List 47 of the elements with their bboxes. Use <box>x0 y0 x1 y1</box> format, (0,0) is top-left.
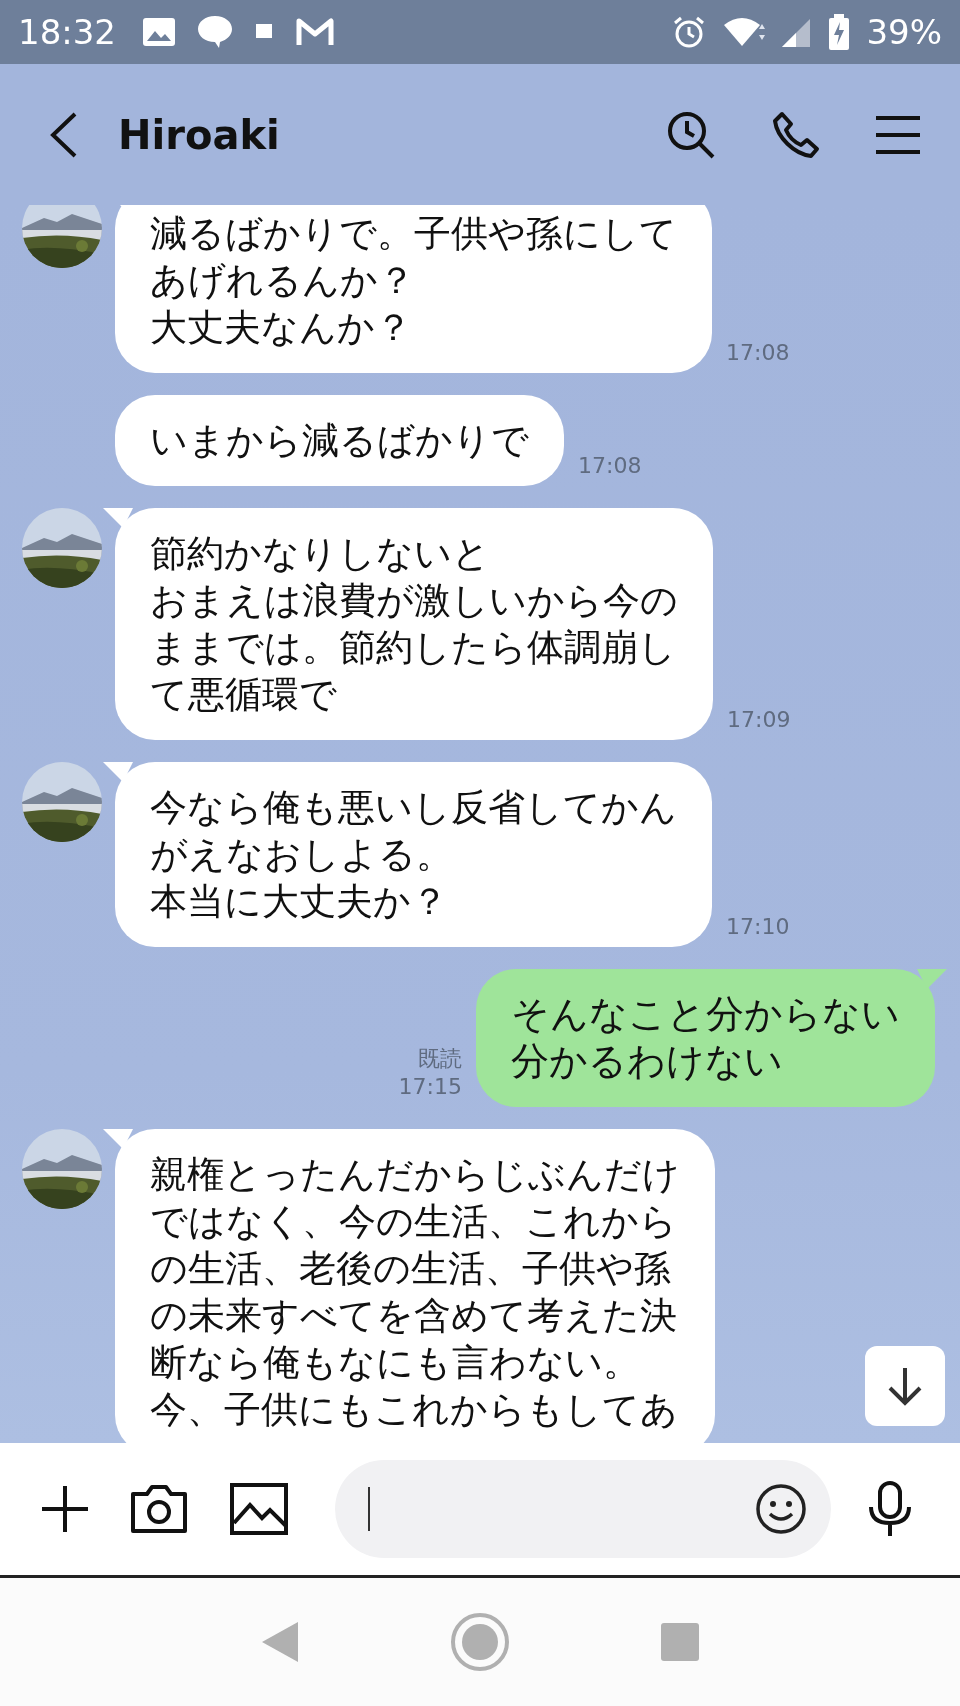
message-line: て悪循環で <box>150 672 338 718</box>
phone-icon[interactable] <box>772 110 820 159</box>
chat-bubble-icon <box>196 14 234 50</box>
message-time: 17:10 <box>726 913 790 941</box>
battery-percent: 39% <box>866 10 942 54</box>
camera-icon[interactable] <box>130 1484 188 1534</box>
message-line: 断なら俺もなにも言わない。 <box>150 1340 641 1386</box>
chat-title: Hiroaki <box>118 110 280 160</box>
message-line: がえなおしよる。 <box>150 832 454 878</box>
mail-icon <box>296 17 334 47</box>
message-time: 17:15 <box>398 1073 462 1101</box>
message-time: 17:08 <box>726 339 790 367</box>
message-time: 17:08 <box>578 452 642 480</box>
message-line: ままでは。節約したら体調崩し <box>150 625 677 671</box>
message-line: 減るばかりで。子供や孫にして <box>150 211 677 257</box>
message-line: そんなこと分からない <box>511 991 900 1038</box>
message-line: 今、子供にもこれからもしてあ <box>150 1387 679 1433</box>
read-receipt: 既読 <box>418 1045 462 1073</box>
microphone-icon[interactable] <box>868 1481 912 1537</box>
scroll-down-button[interactable] <box>865 1346 945 1426</box>
message-line: いまから減るばかりで <box>150 418 529 464</box>
arrow-down-icon <box>887 1366 923 1406</box>
message-line: 分かるわけない <box>511 1038 784 1085</box>
message-line: おまえは浪費が激しいから今の <box>150 578 678 624</box>
signal-icon <box>782 17 813 47</box>
square-icon <box>256 24 272 40</box>
alarm-icon <box>672 15 707 49</box>
clock-time: 18:32 <box>18 10 116 54</box>
search-history-icon[interactable] <box>666 109 716 160</box>
back-icon[interactable] <box>50 111 78 158</box>
message-time: 17:09 <box>727 706 791 734</box>
plus-icon[interactable] <box>40 1484 90 1534</box>
message-line: ではなく、今の生活、これから <box>150 1199 678 1245</box>
message-line: 今なら俺も悪いし反省してかん <box>150 785 677 831</box>
message-line: 本当に大丈夫か？ <box>150 879 449 925</box>
image-icon[interactable] <box>230 1483 288 1535</box>
wifi-icon <box>722 16 767 48</box>
message-line: 節約かなりしないと <box>150 531 491 577</box>
message-line: 大丈夫なんか？ <box>150 305 413 351</box>
message-line: の生活、老後の生活、子供や孫 <box>150 1246 672 1292</box>
emoji-icon[interactable] <box>755 1483 807 1535</box>
message-line: あげれるんか？ <box>150 258 416 304</box>
battery-icon <box>828 14 851 50</box>
menu-icon[interactable] <box>876 114 920 155</box>
message-line: の未来すべてを含めて考えた決 <box>150 1293 678 1339</box>
gallery-icon <box>142 17 176 47</box>
message-line: 親権とったんだからじぶんだけ <box>150 1152 680 1198</box>
